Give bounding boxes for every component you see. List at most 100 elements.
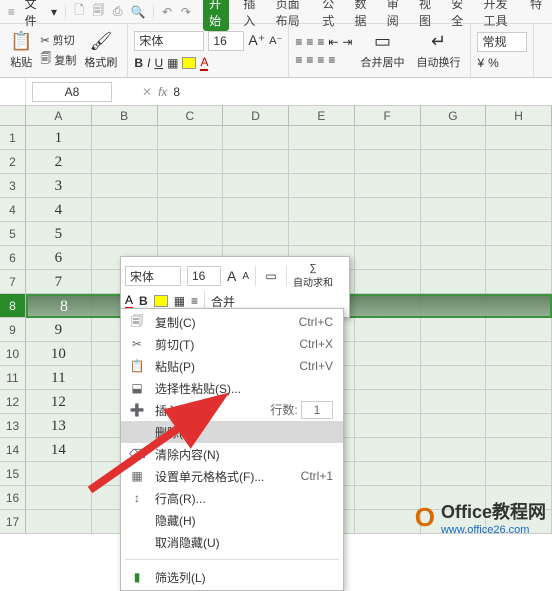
percent-icon[interactable]: %: [488, 56, 499, 70]
row-15[interactable]: 15: [0, 462, 26, 486]
mini-bold[interactable]: B: [139, 294, 148, 308]
align-left-icon[interactable]: ≡: [295, 53, 302, 67]
cut-button[interactable]: ✂剪切: [40, 32, 76, 48]
ctx-unhide[interactable]: 取消隐藏(U): [121, 531, 343, 553]
row-7[interactable]: 7: [0, 270, 26, 294]
ctx-cut[interactable]: ✂剪切(T)Ctrl+X: [121, 333, 343, 355]
cell-A9[interactable]: 9: [26, 318, 92, 342]
name-box[interactable]: A8: [32, 82, 112, 102]
save-icon[interactable]: 🗋: [74, 5, 85, 19]
row-10[interactable]: 10: [0, 342, 26, 366]
row-14[interactable]: 14: [0, 438, 26, 462]
align-right-icon[interactable]: ≡: [317, 53, 324, 67]
size-select[interactable]: 16: [208, 31, 244, 51]
row-count-input[interactable]: 1: [301, 401, 333, 419]
cell-A1[interactable]: 1: [26, 126, 92, 150]
select-all-corner[interactable]: [0, 106, 26, 126]
row-8[interactable]: 8: [0, 294, 26, 318]
grow-font-icon[interactable]: A⁺: [248, 32, 265, 49]
cell-A8[interactable]: [26, 294, 92, 318]
underline-button[interactable]: U: [154, 56, 163, 70]
fill-color-button[interactable]: [182, 57, 196, 69]
wrap-button[interactable]: ↵自动换行: [412, 29, 464, 72]
formula-input[interactable]: 8: [173, 85, 180, 99]
cell-A10[interactable]: 10: [26, 342, 92, 366]
cell-A7[interactable]: 7: [26, 270, 92, 294]
row-12[interactable]: 12: [0, 390, 26, 414]
numfmt-select[interactable]: 常规: [477, 32, 527, 52]
print-icon[interactable]: ⎙: [112, 5, 123, 19]
align-mid-icon[interactable]: ≡: [306, 35, 313, 49]
col-B[interactable]: B: [92, 106, 158, 126]
mini-font[interactable]: 宋体: [125, 266, 181, 286]
fx-icon[interactable]: fx: [158, 85, 167, 99]
row-5[interactable]: 5: [0, 222, 26, 246]
merge-button[interactable]: ▭合并居中: [356, 29, 408, 72]
currency-icon[interactable]: ¥: [477, 56, 484, 70]
mini-font-color[interactable]: A: [125, 293, 133, 309]
align-center-icon[interactable]: ≡: [306, 53, 313, 67]
row-11[interactable]: 11: [0, 366, 26, 390]
cell-A5[interactable]: 5: [26, 222, 92, 246]
mini-shrink-font[interactable]: A: [242, 271, 249, 282]
mini-sum-icon[interactable]: ∑: [309, 263, 316, 274]
justify-icon[interactable]: ≡: [328, 53, 335, 67]
font-color-button[interactable]: A: [200, 55, 208, 71]
redo-icon[interactable]: ↷: [180, 5, 191, 19]
ctx-paste-special[interactable]: ⬓选择性粘贴(S)...: [121, 377, 343, 399]
col-E[interactable]: E: [289, 106, 355, 126]
border-button[interactable]: ▦: [167, 56, 178, 70]
row-16[interactable]: 16: [0, 486, 26, 510]
ctx-insert[interactable]: ➕插入(I)行数: 1: [121, 399, 343, 421]
col-G[interactable]: G: [421, 106, 487, 126]
italic-button[interactable]: I: [147, 56, 150, 70]
indent-right-icon[interactable]: ⇥: [342, 35, 352, 49]
row-3[interactable]: 3: [0, 174, 26, 198]
ctx-delete[interactable]: 删除(D): [121, 421, 343, 443]
row-4[interactable]: 4: [0, 198, 26, 222]
col-H[interactable]: H: [486, 106, 552, 126]
bold-button[interactable]: B: [134, 56, 143, 70]
dropdown-icon[interactable]: ▾: [51, 5, 57, 19]
ctx-copy[interactable]: 🗐复制(C)Ctrl+C: [121, 311, 343, 333]
preview-icon[interactable]: 🔍: [131, 5, 145, 19]
align-top-icon[interactable]: ≡: [295, 35, 302, 49]
col-C[interactable]: C: [158, 106, 224, 126]
ctx-row-height[interactable]: ↕行高(R)...: [121, 487, 343, 509]
copy-button[interactable]: 🗐复制: [40, 50, 76, 69]
mini-merge-icon[interactable]: ▭: [262, 267, 280, 285]
cell-A13[interactable]: 13: [26, 414, 92, 438]
cell-A6[interactable]: 6: [26, 246, 92, 270]
paste-button[interactable]: 📋粘贴: [6, 29, 36, 72]
mini-size[interactable]: 16: [187, 266, 221, 286]
mini-sum-label[interactable]: 自动求和: [293, 274, 333, 289]
mini-border[interactable]: ▦: [174, 294, 185, 308]
cell-A4[interactable]: 4: [26, 198, 92, 222]
cell-A14[interactable]: 14: [26, 438, 92, 462]
mini-merge-label[interactable]: 合并: [211, 293, 235, 310]
ctx-clear[interactable]: ⌫清除内容(N): [121, 443, 343, 465]
row-6[interactable]: 6: [0, 246, 26, 270]
cell-A12[interactable]: 12: [26, 390, 92, 414]
mini-grow-font[interactable]: A: [227, 268, 236, 284]
cell-A11[interactable]: 11: [26, 366, 92, 390]
row-9[interactable]: 9: [0, 318, 26, 342]
row-13[interactable]: 13: [0, 414, 26, 438]
ctx-paste[interactable]: 📋粘贴(P)Ctrl+V: [121, 355, 343, 377]
font-select[interactable]: 宋体: [134, 31, 204, 51]
mini-align[interactable]: ≡: [191, 294, 198, 308]
row-2[interactable]: 2: [0, 150, 26, 174]
ctx-filter[interactable]: ▮筛选列(L): [121, 566, 343, 588]
shrink-font-icon[interactable]: A⁻: [269, 34, 282, 47]
row-17[interactable]: 17: [0, 510, 26, 534]
row-1[interactable]: 1: [0, 126, 26, 150]
col-D[interactable]: D: [223, 106, 289, 126]
col-A[interactable]: A: [26, 106, 92, 126]
undo-icon[interactable]: ↶: [162, 5, 173, 19]
app-menu-icon[interactable]: ≡: [6, 5, 17, 19]
format-painter-button[interactable]: 🖌格式刷: [80, 29, 121, 72]
indent-left-icon[interactable]: ⇤: [328, 35, 338, 49]
cancel-icon[interactable]: ✕: [142, 85, 152, 99]
cell-A3[interactable]: 3: [26, 174, 92, 198]
mini-fill-color[interactable]: [154, 295, 168, 307]
